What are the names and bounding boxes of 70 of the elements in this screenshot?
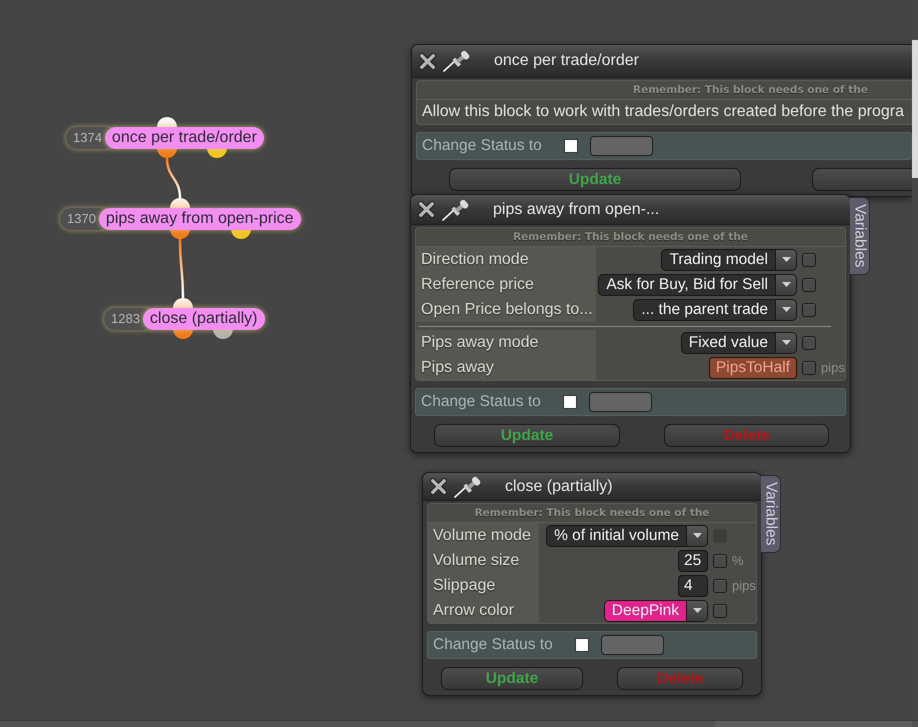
checkbox[interactable] <box>802 278 816 292</box>
variables-tab[interactable]: Variables <box>850 197 870 275</box>
variable-field[interactable]: PipsToHalf <box>708 356 797 378</box>
setting-label: Slippage <box>428 573 539 598</box>
checkbox[interactable] <box>802 302 816 316</box>
setting-label: Pips away mode <box>416 330 596 355</box>
status-field[interactable] <box>590 136 653 156</box>
scrollbar-thumb[interactable] <box>912 40 918 178</box>
scrollbar-thumb[interactable] <box>715 721 912 727</box>
checkbox[interactable] <box>802 360 816 374</box>
close-icon[interactable] <box>417 200 436 219</box>
unit-label: pips <box>821 360 845 375</box>
checkbox[interactable] <box>713 578 727 592</box>
caret-icon <box>782 307 790 312</box>
window-title: once per trade/order <box>494 52 639 70</box>
dropdown[interactable]: Ask for Buy, Bid for Sell <box>598 274 797 296</box>
dropdown[interactable]: ... the parent trade <box>633 298 797 320</box>
notice-text: Remember: This block needs one of the <box>474 507 710 519</box>
notice-text: Remember: This block needs one of the <box>513 231 748 243</box>
window-title: close (partially) <box>505 478 613 496</box>
caret-icon <box>692 608 702 613</box>
status-field[interactable] <box>601 635 664 655</box>
caret-icon <box>782 257 790 262</box>
pin-icon[interactable] <box>453 474 483 498</box>
number-field[interactable]: 4 <box>678 574 708 596</box>
setting-label: Volume size <box>428 548 539 573</box>
close-icon[interactable] <box>429 477 448 496</box>
title-bar[interactable]: once per trade/order <box>412 45 912 78</box>
window-title: pips away from open-... <box>493 200 660 218</box>
status-label: Change Status to <box>422 137 542 155</box>
pin-icon[interactable] <box>441 198 471 222</box>
description-text: Allow this block to work with trades/orders created before the progra <box>422 103 904 121</box>
caret-icon <box>782 282 790 287</box>
node-title[interactable]: once per trade/order <box>104 127 264 149</box>
color-dropdown[interactable]: DeepPink <box>604 600 708 622</box>
checkbox[interactable] <box>713 554 727 568</box>
setting-label: Direction mode <box>416 247 596 272</box>
setting-label: Pips away <box>416 355 596 380</box>
node-title[interactable]: close (partially) <box>142 308 265 330</box>
notice-text: Remember: This block needs one of the <box>633 84 868 96</box>
setting-label: Volume mode <box>428 523 539 548</box>
update-button[interactable]: Update <box>449 168 741 191</box>
setting-label: Arrow color <box>428 598 539 623</box>
status-field[interactable] <box>589 392 652 412</box>
setting-label: Open Price belongs to... <box>416 297 596 322</box>
dropdown[interactable]: Trading model <box>661 248 797 270</box>
status-label: Change Status to <box>421 393 541 411</box>
close-icon[interactable] <box>418 52 437 70</box>
status-checkbox[interactable] <box>563 395 577 409</box>
checkbox[interactable] <box>713 604 727 618</box>
status-label: Change Status to <box>433 636 553 654</box>
number-field[interactable]: 25 <box>678 550 708 572</box>
update-button[interactable]: Update <box>434 424 620 447</box>
horizontal-scrollbar[interactable] <box>0 720 918 727</box>
unit-label: pips <box>732 578 756 593</box>
node-title[interactable]: pips away from open-price <box>98 208 301 230</box>
status-checkbox[interactable] <box>575 638 589 652</box>
update-button[interactable]: Update <box>441 667 583 690</box>
setting-label: Reference price <box>416 272 596 297</box>
title-bar[interactable]: close (partially) <box>423 473 761 501</box>
checkbox[interactable] <box>802 336 816 350</box>
variables-tab[interactable]: Variables <box>761 475 781 553</box>
unit-label: % <box>732 553 744 568</box>
pin-icon[interactable] <box>442 49 472 73</box>
dropdown[interactable]: Fixed value <box>680 332 797 354</box>
caret-icon <box>782 340 790 345</box>
status-checkbox[interactable] <box>564 139 578 153</box>
caret-icon <box>692 533 702 538</box>
checkbox[interactable] <box>802 252 816 266</box>
title-bar[interactable]: pips away from open-... <box>411 195 850 225</box>
